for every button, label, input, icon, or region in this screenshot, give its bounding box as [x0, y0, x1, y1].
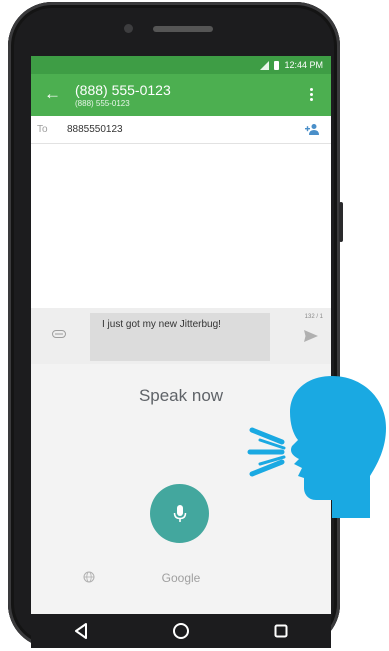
character-counter: 132 / 1	[304, 314, 323, 320]
nav-home-button[interactable]	[161, 621, 201, 641]
message-text: I just got my new Jitterbug!	[102, 319, 221, 330]
signal-icon	[259, 60, 270, 70]
message-thread	[31, 145, 331, 308]
speaking-person-illustration	[247, 376, 386, 518]
voice-provider-label: Google	[161, 571, 201, 585]
contact-name: (888) 555-0123	[75, 82, 171, 98]
nav-back-icon	[75, 623, 87, 639]
front-camera	[124, 24, 133, 33]
status-time: 12:44 PM	[284, 60, 323, 70]
status-bar: 12:44 PM	[31, 56, 331, 74]
add-person-icon[interactable]	[305, 123, 319, 135]
compose-bar: I just got my new Jitterbug! 132 / 1	[31, 308, 331, 364]
app-bar: ← (888) 555-0123 (888) 555-0123	[31, 74, 331, 116]
recipient-value[interactable]: 8885550123	[67, 124, 123, 135]
contact-number: (888) 555-0123	[75, 99, 130, 108]
microphone-button[interactable]	[150, 484, 209, 543]
navigation-bar	[31, 614, 331, 648]
overflow-menu-icon[interactable]	[310, 88, 313, 103]
send-icon[interactable]	[304, 330, 318, 342]
back-arrow-icon[interactable]: ←	[44, 84, 61, 104]
microphone-icon	[173, 504, 186, 522]
nav-recents-icon	[274, 624, 288, 638]
earpiece-speaker	[153, 26, 213, 32]
nav-back-button[interactable]	[61, 621, 101, 641]
recipient-label: To	[37, 124, 48, 135]
battery-icon	[274, 60, 280, 70]
phone-screen: 12:44 PM ← (888) 555-0123 (888) 555-0123…	[31, 56, 331, 614]
recipient-field[interactable]: To 8885550123	[31, 116, 331, 144]
attach-icon[interactable]	[52, 330, 66, 338]
nav-home-icon	[173, 623, 189, 639]
power-button	[339, 202, 343, 242]
nav-recents-button[interactable]	[261, 621, 301, 641]
